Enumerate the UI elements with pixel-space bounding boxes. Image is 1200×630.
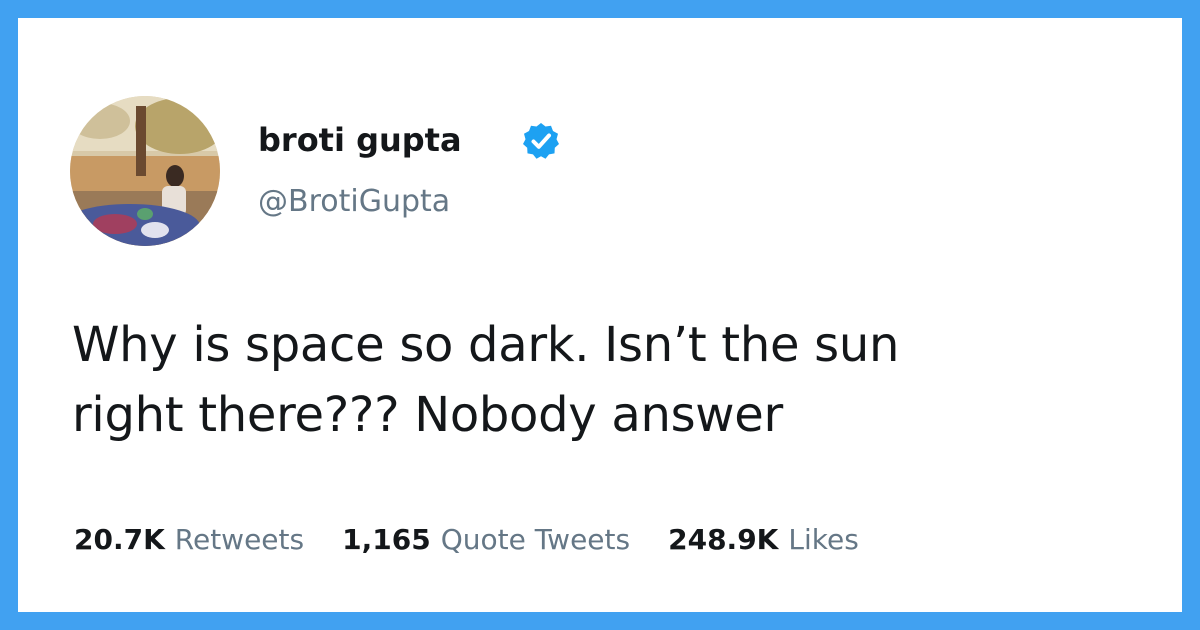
tweet-text: Why is space so dark. Isn’t the sun righ… [72, 310, 1182, 450]
tweet-stats: 20.7K Retweets 1,165 Quote Tweets 248.9K… [74, 517, 897, 561]
avatar-photo [70, 96, 220, 246]
retweets-count: 20.7K [74, 522, 165, 556]
likes-stat[interactable]: 248.9K Likes [668, 523, 859, 556]
avatar[interactable] [70, 96, 220, 246]
quote-tweets-count: 1,165 [342, 522, 431, 556]
tweet-text-line: right there??? Nobody answer [72, 387, 783, 443]
quote-tweets-stat[interactable]: 1,165 Quote Tweets [342, 523, 630, 556]
retweets-stat[interactable]: 20.7K Retweets [74, 523, 304, 556]
likes-label: Likes [788, 522, 859, 556]
tweet-card-frame: broti gupta @BrotiGupta Why is space so … [0, 0, 1200, 630]
retweets-label: Retweets [174, 522, 305, 556]
tweet-text-line: Why is space so dark. Isn’t the sun [72, 317, 900, 373]
display-name[interactable]: broti gupta [258, 118, 462, 162]
quote-tweets-label: Quote Tweets [440, 522, 631, 556]
likes-count: 248.9K [668, 522, 779, 556]
user-handle[interactable]: @BrotiGupta [258, 180, 450, 224]
verified-badge-icon [523, 123, 559, 159]
